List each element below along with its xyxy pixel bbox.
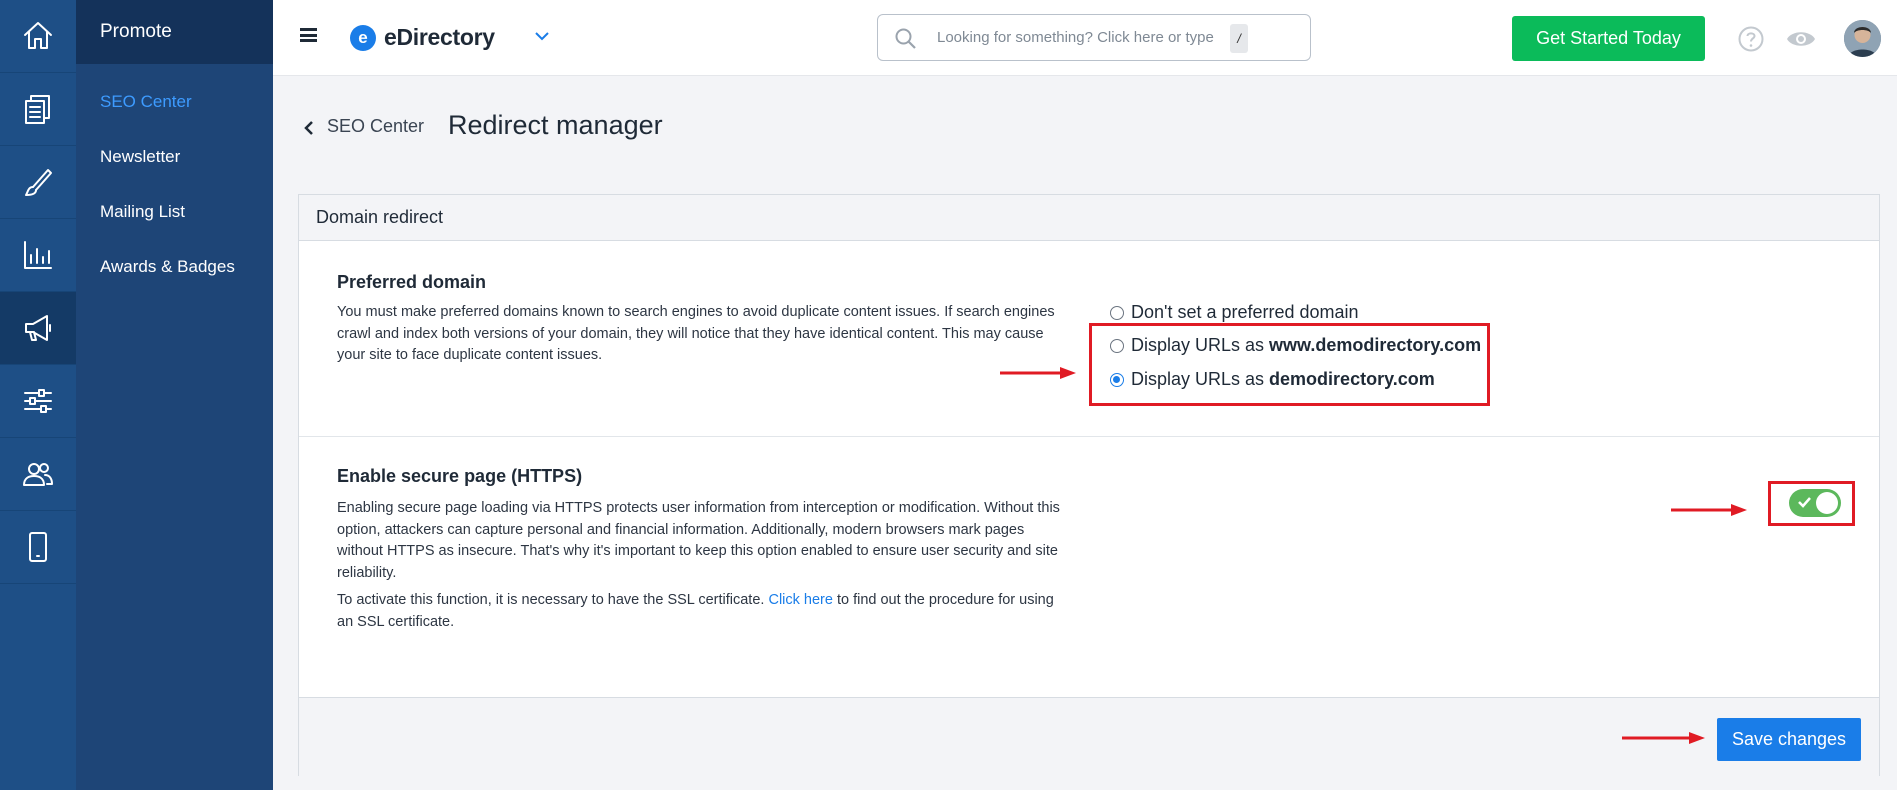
mobile-icon xyxy=(29,532,47,562)
menu-icon[interactable] xyxy=(300,28,317,42)
panel-heading: Domain redirect xyxy=(299,195,1879,241)
rail-item-design[interactable] xyxy=(0,146,76,219)
sub-sidebar-item-newsletter[interactable]: Newsletter xyxy=(76,129,273,184)
avatar[interactable] xyxy=(1844,20,1881,57)
ssl-note: To activate this function, it is necessa… xyxy=(337,590,1072,633)
rail-item-users[interactable] xyxy=(0,438,76,511)
search-icon xyxy=(895,28,916,49)
ssl-help-link[interactable]: Click here xyxy=(768,592,832,608)
help-icon[interactable] xyxy=(1738,26,1764,52)
sub-sidebar-item-seo-center[interactable]: SEO Center xyxy=(76,74,273,129)
logo-mark: e xyxy=(350,24,376,51)
search-input[interactable]: Looking for something? Click here or typ… xyxy=(877,14,1311,61)
logo[interactable]: e eDirectory xyxy=(350,24,495,51)
rail-item-settings[interactable] xyxy=(0,365,76,438)
radio-option-no-preferred[interactable]: Don't set a preferred domain xyxy=(1110,302,1359,323)
reports-icon xyxy=(24,241,52,269)
chevron-down-icon[interactable] xyxy=(534,30,550,42)
annotation-arrow-icon xyxy=(1000,367,1076,379)
sub-sidebar-item-mailing-list[interactable]: Mailing List xyxy=(76,184,273,239)
domain-redirect-panel: Domain redirect Preferred domain You mus… xyxy=(298,194,1880,777)
rail-item-reports[interactable] xyxy=(0,219,76,292)
sub-sidebar: Promote SEO Center Newsletter Mailing Li… xyxy=(76,0,273,790)
annotation-arrow-icon xyxy=(1622,732,1705,744)
page-header: SEO Center Redirect manager xyxy=(273,76,1897,176)
annotation-arrow-icon xyxy=(1671,504,1747,516)
logo-text: eDirectory xyxy=(384,24,495,50)
design-icon xyxy=(25,169,52,196)
settings-icon xyxy=(24,389,52,413)
chevron-left-icon[interactable] xyxy=(303,121,315,135)
radio-button[interactable] xyxy=(1110,305,1124,320)
icon-rail xyxy=(0,0,76,790)
avatar-image xyxy=(1844,20,1881,57)
search-placeholder: Looking for something? Click here or typ… xyxy=(937,29,1214,46)
save-changes-button[interactable]: Save changes xyxy=(1717,718,1861,761)
rail-item-content[interactable] xyxy=(0,73,76,146)
preferred-domain-description: You must make preferred domains known to… xyxy=(337,304,1055,363)
rail-item-promote[interactable] xyxy=(0,292,76,365)
get-started-button[interactable]: Get Started Today xyxy=(1512,16,1705,61)
ssl-note-prefix: To activate this function, it is necessa… xyxy=(337,592,765,608)
search-shortcut-key: / xyxy=(1230,24,1248,53)
preferred-domain-title: Preferred domain xyxy=(337,272,487,292)
sub-sidebar-heading: Promote xyxy=(76,0,273,64)
promote-icon xyxy=(25,315,51,341)
content-icon xyxy=(25,95,50,124)
annotation-highlight-radio-options xyxy=(1089,323,1490,406)
radio-label: Don't set a preferred domain xyxy=(1131,302,1359,322)
home-icon xyxy=(24,22,52,49)
https-title: Enable secure page (HTTPS) xyxy=(337,466,583,486)
rail-item-mobile[interactable] xyxy=(0,511,76,584)
sub-sidebar-item-awards-badges[interactable]: Awards & Badges xyxy=(76,239,273,294)
eye-icon[interactable] xyxy=(1786,29,1816,49)
rail-item-home[interactable] xyxy=(0,0,76,73)
breadcrumb-seo-center[interactable]: SEO Center xyxy=(327,116,424,137)
top-bar: e eDirectory Looking for something? Clic… xyxy=(273,0,1897,76)
page-title: Redirect manager xyxy=(448,110,663,140)
users-icon xyxy=(23,463,53,486)
https-section: Enable secure page (HTTPS) Enabling secu… xyxy=(299,437,1879,697)
https-description: Enabling secure page loading via HTTPS p… xyxy=(337,500,1060,581)
annotation-highlight-toggle xyxy=(1768,481,1855,526)
